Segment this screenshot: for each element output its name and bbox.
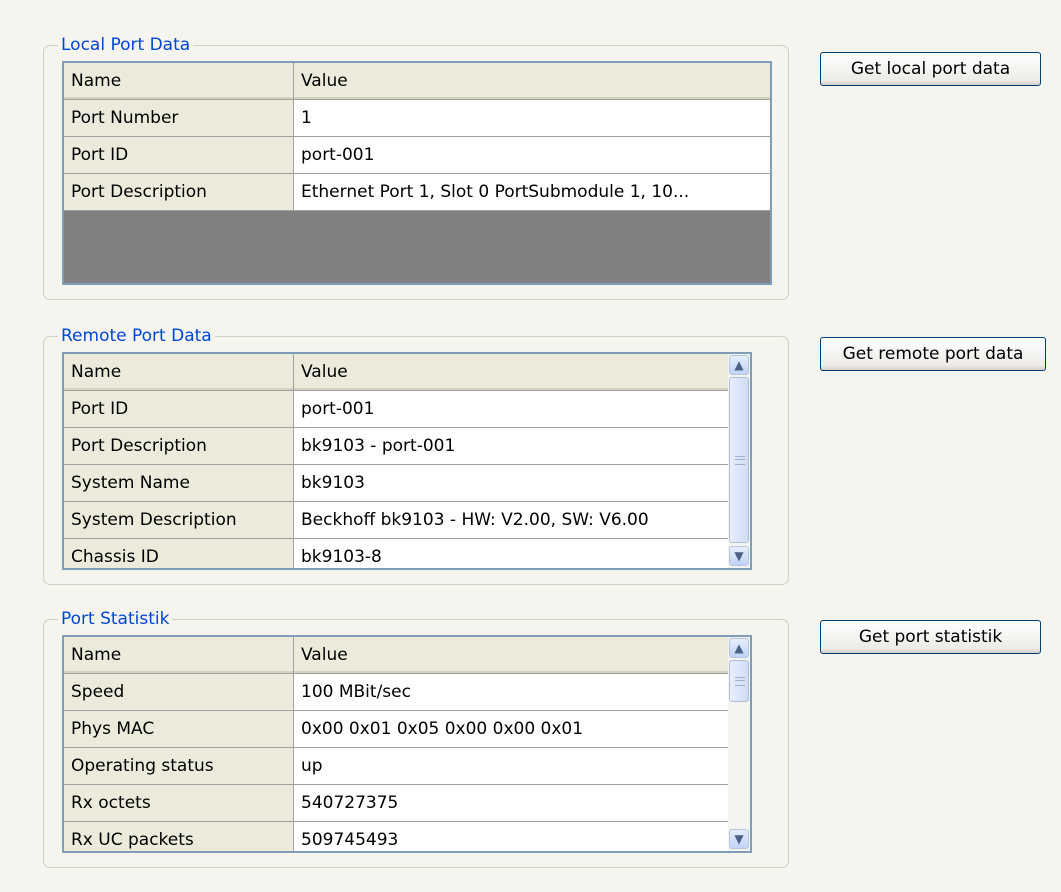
scrollbar-thumb[interactable] bbox=[729, 660, 749, 702]
row-value-cell: port-001 bbox=[294, 391, 728, 427]
row-name-cell: Speed bbox=[64, 674, 294, 710]
row-value-cell: Beckhoff bk9103 - HW: V2.00, SW: V6.00 bbox=[294, 502, 728, 538]
scroll-down-button[interactable]: ▼ bbox=[729, 829, 749, 849]
column-header-value[interactable]: Value bbox=[294, 637, 728, 673]
row-value-cell: up bbox=[294, 748, 728, 784]
triangle-up-icon: ▲ bbox=[734, 358, 744, 372]
row-value-cell: port-001 bbox=[294, 137, 770, 173]
table-row[interactable]: Rx octets 540727375 bbox=[64, 785, 728, 822]
table-row[interactable]: Phys MAC 0x00 0x01 0x05 0x00 0x00 0x01 bbox=[64, 711, 728, 748]
column-header-name[interactable]: Name bbox=[64, 637, 294, 673]
table-row[interactable]: Speed 100 MBit/sec bbox=[64, 674, 728, 711]
row-name-cell: Port ID bbox=[64, 137, 294, 173]
port-statistik-title: Port Statistik bbox=[58, 608, 173, 630]
vertical-scrollbar[interactable]: ▲ ▼ bbox=[728, 637, 750, 851]
row-value-cell: 1 bbox=[294, 100, 770, 136]
scrollbar-thumb[interactable] bbox=[729, 377, 749, 543]
row-value-cell: Ethernet Port 1, Slot 0 PortSubmodule 1,… bbox=[294, 174, 770, 210]
scroll-up-button[interactable]: ▲ bbox=[729, 638, 749, 658]
row-name-cell: System Description bbox=[64, 502, 294, 538]
local-port-data-title: Local Port Data bbox=[58, 34, 194, 56]
scroll-down-button[interactable]: ▼ bbox=[729, 546, 749, 566]
local-port-data-group: Local Port Data Name Value Port Number 1… bbox=[43, 34, 789, 300]
row-name-cell: Chassis ID bbox=[64, 539, 294, 568]
remote-port-data-group: Remote Port Data Name Value Port ID port… bbox=[43, 325, 789, 585]
row-name-cell: System Name bbox=[64, 465, 294, 501]
column-header-value[interactable]: Value bbox=[294, 354, 728, 390]
grip-icon bbox=[735, 677, 745, 686]
row-value-cell: 0x00 0x01 0x05 0x00 0x00 0x01 bbox=[294, 711, 728, 747]
column-header-name[interactable]: Name bbox=[64, 354, 294, 390]
table-header-row: Name Value bbox=[64, 637, 728, 674]
triangle-up-icon: ▲ bbox=[734, 641, 744, 655]
table-row[interactable]: System Name bk9103 bbox=[64, 465, 728, 502]
remote-port-data-grid[interactable]: Name Value Port ID port-001 Port Descrip… bbox=[62, 352, 752, 570]
row-value-cell: 100 MBit/sec bbox=[294, 674, 728, 710]
triangle-down-icon: ▼ bbox=[734, 832, 744, 846]
row-value-cell: bk9103-8 bbox=[294, 539, 728, 568]
table-row[interactable]: Port Number 1 bbox=[64, 100, 770, 137]
grip-icon bbox=[735, 456, 745, 465]
table-row[interactable]: Port Description bk9103 - port-001 bbox=[64, 428, 728, 465]
table-row[interactable]: Port ID port-001 bbox=[64, 391, 728, 428]
row-name-cell: Operating status bbox=[64, 748, 294, 784]
local-port-data-grid[interactable]: Name Value Port Number 1 Port ID port-00… bbox=[62, 61, 772, 285]
row-name-cell: Port Description bbox=[64, 428, 294, 464]
table-row[interactable]: Rx UC packets 509745493 bbox=[64, 822, 728, 851]
row-name-cell: Port Number bbox=[64, 100, 294, 136]
table-row[interactable]: Port Description Ethernet Port 1, Slot 0… bbox=[64, 174, 770, 211]
get-port-statistik-button[interactable]: Get port statistik bbox=[820, 620, 1041, 654]
row-name-cell: Port ID bbox=[64, 391, 294, 427]
table-row[interactable]: Chassis ID bk9103-8 bbox=[64, 539, 728, 568]
scroll-up-button[interactable]: ▲ bbox=[729, 355, 749, 375]
row-name-cell: Rx octets bbox=[64, 785, 294, 821]
row-value-cell: bk9103 bbox=[294, 465, 728, 501]
row-name-cell: Phys MAC bbox=[64, 711, 294, 747]
port-statistik-group: Port Statistik Name Value Speed 100 MBit… bbox=[43, 608, 789, 868]
row-value-cell: 509745493 bbox=[294, 822, 728, 851]
get-local-port-data-button[interactable]: Get local port data bbox=[820, 52, 1041, 86]
vertical-scrollbar[interactable]: ▲ ▼ bbox=[728, 354, 750, 568]
get-remote-port-data-button[interactable]: Get remote port data bbox=[820, 337, 1046, 371]
table-row[interactable]: Port ID port-001 bbox=[64, 137, 770, 174]
row-name-cell: Rx UC packets bbox=[64, 822, 294, 851]
row-name-cell: Port Description bbox=[64, 174, 294, 210]
row-value-cell: bk9103 - port-001 bbox=[294, 428, 728, 464]
table-row[interactable]: Operating status up bbox=[64, 748, 728, 785]
column-header-value[interactable]: Value bbox=[294, 63, 770, 99]
table-header-row: Name Value bbox=[64, 354, 728, 391]
column-header-name[interactable]: Name bbox=[64, 63, 294, 99]
row-value-cell: 540727375 bbox=[294, 785, 728, 821]
triangle-down-icon: ▼ bbox=[734, 549, 744, 563]
port-statistik-grid[interactable]: Name Value Speed 100 MBit/sec Phys MAC 0… bbox=[62, 635, 752, 853]
table-row[interactable]: System Description Beckhoff bk9103 - HW:… bbox=[64, 502, 728, 539]
table-header-row: Name Value bbox=[64, 63, 770, 100]
remote-port-data-title: Remote Port Data bbox=[58, 325, 215, 347]
grid-empty-area bbox=[64, 211, 770, 283]
